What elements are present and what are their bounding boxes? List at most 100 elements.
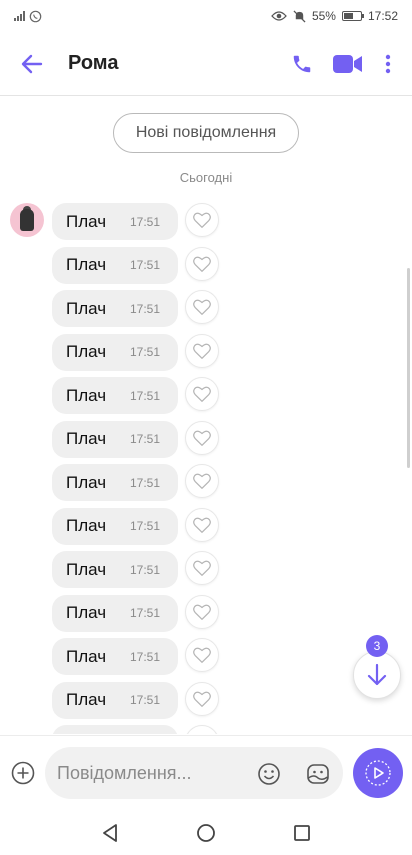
chat-area[interactable]: Нові повідомлення Сьогодні Плач 17:51 Плач… [0, 97, 412, 734]
message-row: Плач 17:51 [52, 551, 219, 595]
message-bubble[interactable]: Плач 17:51 [52, 594, 178, 632]
like-button[interactable] [185, 246, 219, 281]
attach-button[interactable] [10, 760, 36, 786]
nav-back-button[interactable] [96, 819, 124, 847]
nav-recents-icon [294, 824, 310, 841]
message-text: Плач [66, 255, 107, 274]
like-button[interactable] [185, 594, 219, 629]
battery-icon [341, 11, 364, 21]
back-button[interactable] [10, 42, 54, 86]
sticker-button[interactable] [305, 761, 331, 787]
viber-status-icon [29, 10, 42, 22]
battery-percent: 55% [311, 9, 336, 23]
message-time: 17:51 [130, 258, 161, 272]
nav-back-icon [103, 823, 117, 842]
message-text: Плач [66, 690, 107, 709]
message-row: Плач 17:51 [52, 420, 219, 465]
like-button[interactable] [185, 333, 219, 368]
nav-home-icon [197, 823, 215, 842]
message-time: 17:51 [130, 562, 161, 577]
like-button[interactable] [185, 420, 219, 455]
chat-header: Рома [0, 32, 412, 96]
message-row: Плач 17:51 [52, 594, 219, 639]
video-call-button[interactable] [328, 44, 368, 84]
like-button[interactable] [185, 464, 219, 498]
sticker-icon [307, 764, 329, 784]
message-row [52, 725, 219, 734]
message-text: Плач [66, 516, 107, 535]
message-text: Плач [66, 559, 107, 579]
like-button[interactable] [185, 290, 219, 324]
message-input-container [45, 747, 343, 799]
message-bubble[interactable]: Плач 17:51 [52, 638, 178, 675]
video-icon [333, 54, 362, 73]
message-time: 17:51 [130, 649, 161, 664]
message-time: 17:51 [130, 693, 161, 707]
scroll-to-bottom-button[interactable] [353, 651, 401, 699]
status-time: 17:52 [367, 9, 398, 23]
message-bubble[interactable]: Плач 17:51 [52, 681, 178, 719]
message-row: Плач 17:51 [52, 507, 219, 552]
message-bubble[interactable]: Плач 17:51 [52, 420, 178, 458]
like-button[interactable] [185, 507, 219, 542]
nav-home-button[interactable] [192, 819, 220, 847]
message-bubble[interactable]: Плач 17:51 [52, 203, 178, 240]
heart-icon [193, 386, 211, 402]
new-messages-button[interactable]: Нові повідомлення [113, 113, 299, 153]
message-time: 17:51 [130, 475, 161, 490]
emoji-button[interactable] [256, 761, 282, 787]
nav-recents-button[interactable] [288, 819, 316, 847]
date-separator: Сьогодні [179, 170, 233, 185]
message-time: 17:51 [130, 214, 161, 229]
message-text: Плач [66, 646, 107, 666]
message-text: Плач [66, 298, 107, 318]
message-time: 17:51 [130, 345, 161, 359]
message-text: Плач [66, 429, 107, 448]
message-bubble[interactable]: Плач 17:51 [52, 377, 178, 414]
message-bubble[interactable]: Плач 17:51 [52, 290, 178, 327]
message-bubble[interactable]: Плач 17:51 [52, 507, 178, 545]
message-composer [0, 735, 412, 810]
mute-icon [293, 9, 306, 23]
like-button[interactable] [185, 551, 219, 585]
status-bar: 55% 17:52 [0, 0, 412, 32]
like-button[interactable] [185, 377, 219, 411]
message-bubble[interactable] [52, 725, 178, 734]
message-time: 17:51 [130, 432, 161, 446]
system-nav-bar [0, 810, 412, 855]
like-button[interactable] [185, 638, 219, 672]
more-vert-icon [385, 54, 391, 73]
message-text: Плач [66, 342, 107, 361]
message-bubble[interactable]: Плач 17:51 [52, 333, 178, 371]
message-input[interactable] [57, 747, 247, 799]
call-button[interactable] [282, 44, 322, 84]
scrollbar[interactable] [407, 268, 410, 468]
message-row: Плач 17:51 [52, 333, 219, 378]
like-button[interactable] [185, 681, 219, 716]
avatar[interactable] [10, 203, 44, 237]
heart-icon [193, 343, 211, 359]
like-button[interactable] [185, 203, 219, 237]
like-button[interactable] [185, 725, 219, 734]
message-row: Плач 17:51 [52, 377, 219, 421]
message-text: Плач [66, 211, 107, 231]
more-options-button[interactable] [368, 44, 408, 84]
heart-icon [193, 517, 211, 533]
heart-icon [193, 212, 211, 228]
back-arrow-icon [21, 54, 43, 73]
eye-icon [271, 11, 287, 21]
message-row: Плач 17:51 [52, 681, 219, 726]
contact-name[interactable]: Рома [68, 52, 282, 75]
status-left [14, 10, 42, 23]
message-bubble[interactable]: Плач 17:51 [52, 464, 178, 501]
message-list: Плач 17:51 Плач 17:51 Плач 17:51 Плач 17:51 Плач… [52, 203, 219, 734]
message-bubble[interactable]: Плач 17:51 [52, 246, 178, 284]
plus-icon [11, 761, 35, 785]
message-bubble[interactable]: Плач 17:51 [52, 551, 178, 588]
message-time: 17:51 [130, 301, 161, 316]
signal-icon [14, 11, 25, 21]
status-right: 55% 17:52 [271, 9, 398, 23]
emoji-icon [258, 763, 280, 785]
arrow-down-icon [367, 663, 387, 686]
send-button[interactable] [353, 748, 403, 798]
